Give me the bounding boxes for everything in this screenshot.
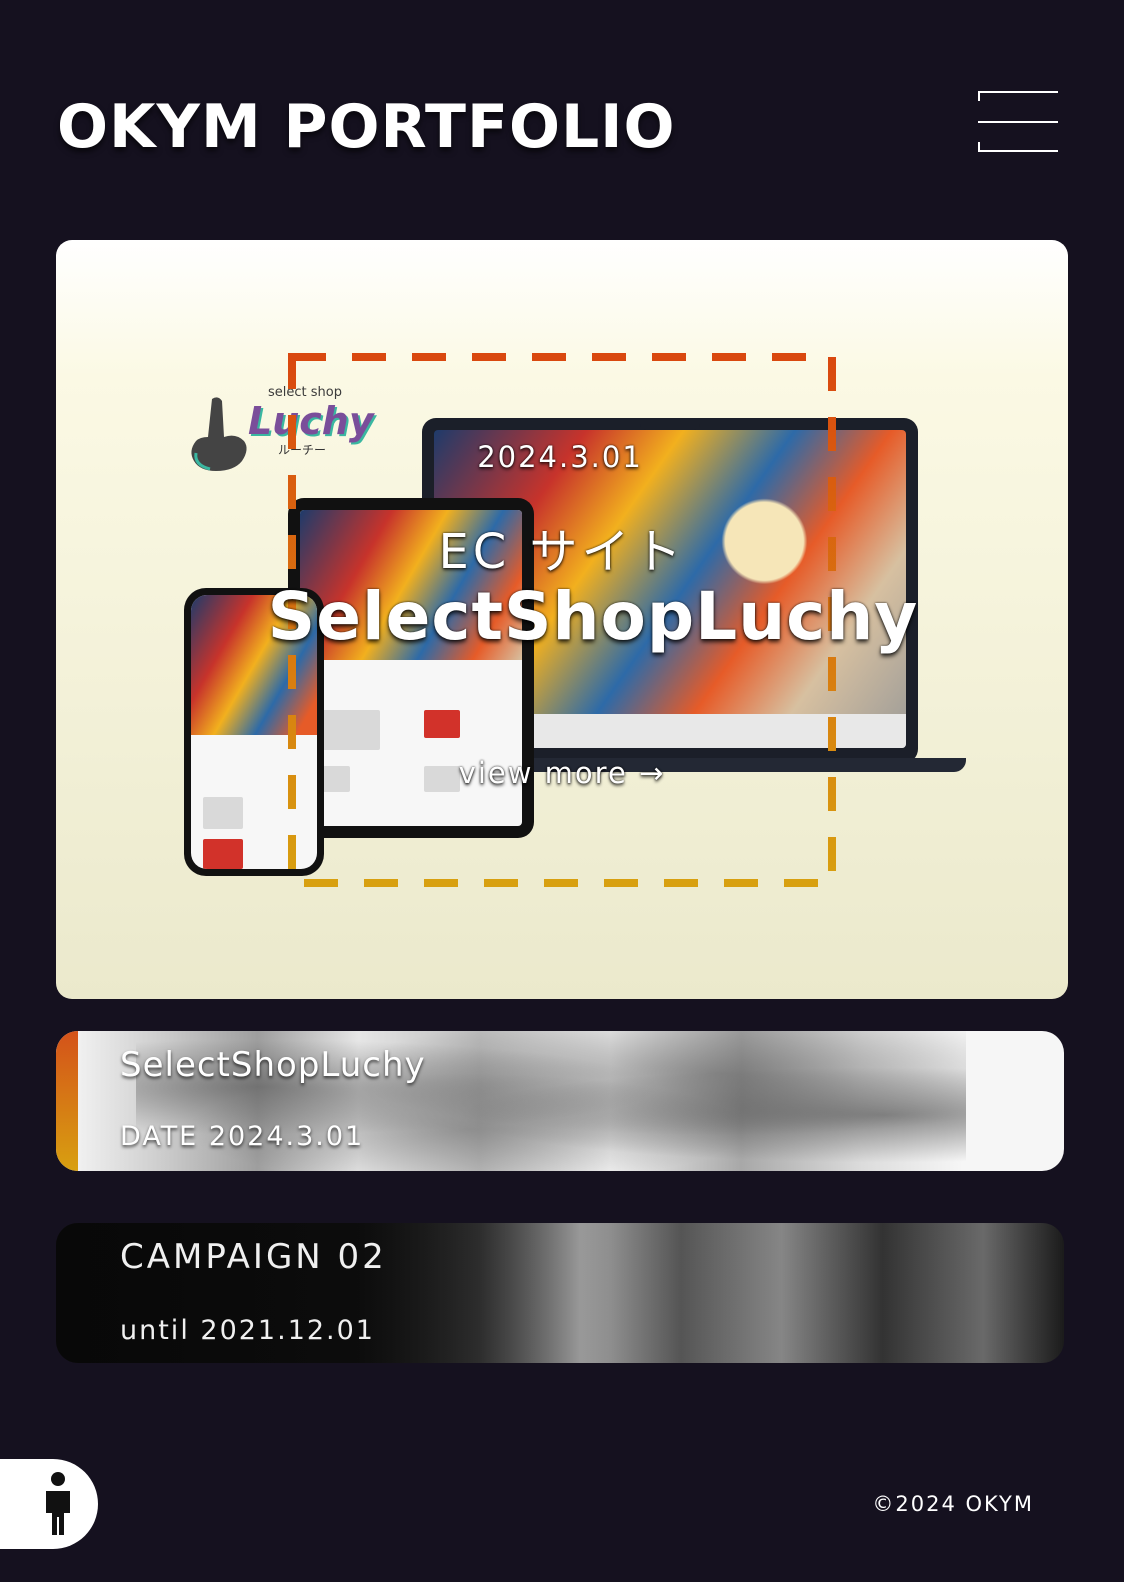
hero-title: SelectShopLuchy	[267, 578, 919, 655]
phone-news-thumb	[203, 839, 243, 869]
work-card[interactable]: SelectShopLuchy DATE 2024.3.01	[56, 1031, 1064, 1171]
phone-blog-thumb	[203, 797, 243, 829]
copyright: ©2024 OKYM	[872, 1492, 1034, 1516]
card-title: SelectShopLuchy	[120, 1045, 426, 1085]
featured-work-card[interactable]: select shop Luchy ルーチー 2024.3.01 EC サイト …	[56, 240, 1068, 999]
menu-corner	[978, 142, 980, 152]
card-accent-bar	[56, 1031, 78, 1171]
hero-category: EC サイト	[438, 524, 686, 580]
card-date: until 2021.12.01	[120, 1315, 375, 1346]
card-date: DATE 2024.3.01	[120, 1121, 365, 1152]
accessibility-person-icon	[46, 1472, 70, 1535]
card-title: CAMPAIGN 02	[120, 1237, 387, 1277]
accessibility-button[interactable]	[0, 1459, 98, 1549]
site-title: OKYM PORTFOLIO	[57, 92, 676, 162]
menu-bar-top	[978, 91, 1058, 93]
view-more-link[interactable]: view more →	[56, 756, 1068, 790]
hero-date: 2024.3.01	[477, 440, 643, 474]
hamburger-menu-button[interactable]	[978, 91, 1058, 152]
campaign-card[interactable]: CAMPAIGN 02 until 2021.12.01	[56, 1223, 1064, 1363]
menu-bar-middle	[978, 121, 1058, 123]
menu-bar-bottom	[978, 150, 1058, 152]
menu-corner	[978, 91, 980, 101]
